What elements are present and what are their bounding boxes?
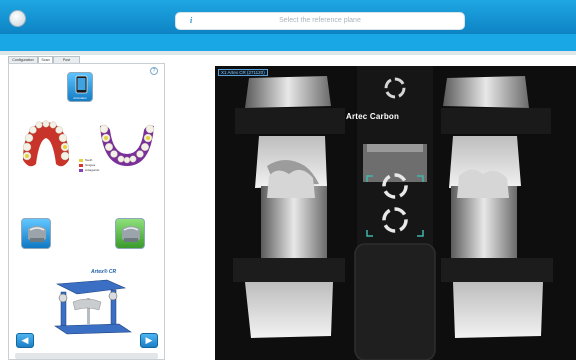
scan-upper-button[interactable] [21, 218, 51, 249]
instruction-text: Select the reference plane [279, 17, 361, 24]
tab-post-processing[interactable]: Post Processing [53, 56, 80, 69]
dental-model-icon [122, 226, 140, 242]
articulator-image [54, 279, 132, 335]
header-divider [0, 51, 576, 55]
articulator-brand: Artex® CR [91, 269, 117, 275]
previous-button[interactable]: ◀ [16, 333, 34, 348]
upper-jaw-image [22, 120, 70, 167]
left-panel: Configuration Scan Post Processing ? Art… [8, 56, 165, 360]
tablet-icon [75, 75, 88, 94]
articulator-button[interactable]: Articulator [67, 72, 93, 102]
horizontal-scrollbar[interactable] [15, 353, 158, 359]
instruction-field: i Select the reference plane [175, 12, 465, 30]
legend: Teeth Gingiva Antagonist [79, 158, 99, 173]
scan-lower-button[interactable] [115, 218, 145, 249]
dental-model-icon [28, 226, 46, 242]
lower-jaw-image [99, 124, 155, 166]
help-icon[interactable]: ? [150, 67, 158, 75]
next-button[interactable]: ▶ [140, 333, 158, 348]
app-logo-icon[interactable] [9, 10, 26, 27]
tab-bar: Configuration Scan Post Processing [8, 56, 165, 69]
device-brand-text: Artec Carbon [346, 112, 400, 121]
title-bar: i Select the reference plane [0, 0, 576, 34]
toolbar-band [0, 34, 576, 51]
articulator-button-label: Articulator [73, 96, 87, 100]
tab-configuration[interactable]: Configuration [8, 56, 38, 63]
legend-item: Antagonist [79, 168, 99, 173]
info-icon: i [190, 16, 193, 25]
viewport-label: X1 Artex CR (271120) [218, 69, 268, 76]
tab-scan[interactable]: Scan [38, 56, 53, 63]
scan-panel: ? Articulator Teeth Gingiva Antagonist A… [8, 63, 165, 360]
scan-scene-image [215, 66, 576, 360]
scan-viewport[interactable]: X1 Artex CR (271120) Artec Carbon [215, 66, 576, 360]
